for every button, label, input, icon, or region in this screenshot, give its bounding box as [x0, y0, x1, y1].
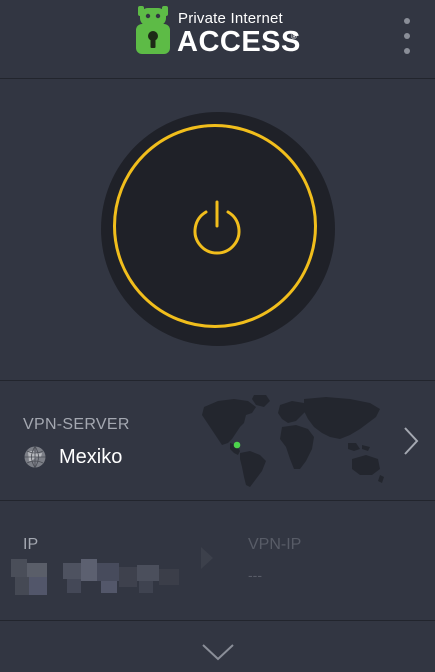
- header: Private Internet ACCESS ®: [0, 0, 435, 78]
- globe-icon: [24, 446, 46, 468]
- vpn-server-label: VPN-SERVER: [23, 416, 130, 433]
- vpn-ip-label: VPN-IP: [248, 536, 302, 553]
- more-menu-button[interactable]: [396, 16, 418, 56]
- ip-label: IP: [23, 536, 39, 553]
- arrow-right-icon: [201, 547, 213, 569]
- vpn-server-selector[interactable]: VPN-SERVER Mexiko: [0, 381, 435, 500]
- more-vertical-icon: [404, 18, 410, 24]
- chevron-down-icon[interactable]: [201, 642, 235, 662]
- brand-registered-mark: ®: [291, 32, 297, 41]
- vpn-server-name: Mexiko: [59, 446, 123, 468]
- ip-value-redacted: [11, 559, 179, 595]
- brand-name-main: ACCESS: [177, 26, 301, 58]
- ip-info-section: IP VPN-IP ---: [0, 501, 435, 620]
- world-map: [202, 395, 384, 487]
- section-divider: [0, 620, 435, 621]
- padlock-robot-icon: [136, 6, 170, 54]
- pia-app-window: Private Internet ACCESS ® VPN-SERVER Mex…: [0, 0, 435, 672]
- vpn-ip-value: ---: [248, 567, 262, 583]
- brand-logo: Private Internet ACCESS ®: [135, 4, 305, 58]
- chevron-right-icon: [404, 427, 419, 455]
- brand-name-top: Private Internet: [178, 10, 283, 27]
- more-vertical-icon-dot: [404, 33, 410, 39]
- power-icon: [193, 200, 241, 255]
- server-location-marker: [233, 441, 241, 449]
- more-vertical-icon-dot: [404, 48, 410, 54]
- power-section: [0, 79, 435, 380]
